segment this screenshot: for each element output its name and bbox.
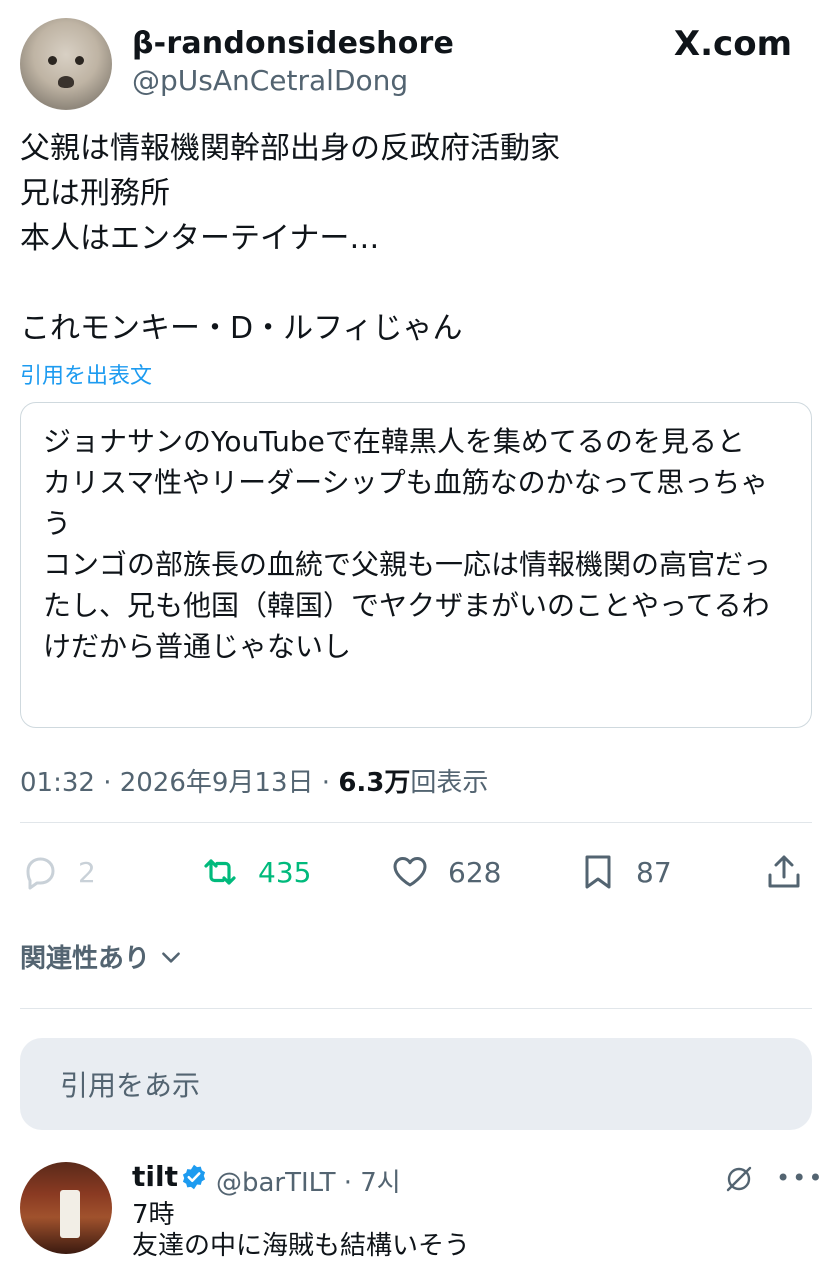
author-display-name[interactable]: β-randonsideshore bbox=[132, 26, 454, 61]
reply-button[interactable]: 2 bbox=[20, 848, 96, 896]
reply-author-avatar[interactable] bbox=[20, 1162, 112, 1254]
divider bbox=[20, 822, 812, 823]
sort-replies-dropdown[interactable]: 関連性あり bbox=[20, 938, 184, 975]
bookmark-button[interactable]: 87 bbox=[578, 848, 672, 896]
chevron-down-icon bbox=[162, 951, 180, 963]
like-count: 628 bbox=[448, 855, 502, 889]
view-count: 6.3万 bbox=[338, 768, 411, 798]
avatar-nose bbox=[58, 76, 74, 88]
retweet-count: 435 bbox=[258, 855, 312, 889]
view-label: 回表示 bbox=[410, 768, 489, 798]
reply-author-handle[interactable]: @barTILT · 7시 bbox=[216, 1162, 401, 1199]
heart-icon bbox=[393, 857, 427, 887]
more-options-icon[interactable]: ••• bbox=[776, 1164, 824, 1192]
quoted-tweet-text: ジョナサンのYouTubeで在韓黒人を集めてるのを見ると カリスマ性やリーダーシ… bbox=[43, 425, 772, 663]
reply-text: 7時 友達の中に海賊も結構いそう bbox=[132, 1200, 471, 1261]
bookmark-icon bbox=[585, 855, 611, 889]
avatar-eye bbox=[48, 56, 57, 65]
author-handle[interactable]: @pUsAnCetralDong bbox=[132, 64, 408, 97]
sort-label: 関連性あり bbox=[20, 944, 151, 974]
reply-icon bbox=[26, 857, 55, 890]
divider bbox=[20, 1008, 812, 1009]
avatar-glass bbox=[60, 1190, 80, 1238]
like-button[interactable]: 628 bbox=[390, 848, 501, 896]
retweet-button[interactable]: 435 bbox=[200, 848, 311, 896]
quoted-tweet-card[interactable]: ジョナサンのYouTubeで在韓黒人を集めてるのを見ると カリスマ性やリーダーシ… bbox=[20, 402, 812, 728]
avatar-eye bbox=[75, 56, 84, 65]
verified-badge-icon bbox=[182, 1164, 206, 1190]
reply-input[interactable]: 引用をあ示 bbox=[20, 1038, 812, 1130]
tweet-meta: 01:32 · 2026年9月13日 · 6.3万回表示 bbox=[20, 762, 488, 799]
bookmark-count: 87 bbox=[636, 855, 672, 889]
share-icon bbox=[768, 855, 800, 888]
tweet-text: 父親は情報機関幹部出身の反政府活動家 兄は刑務所 本人はエンターテイナー… これ… bbox=[20, 131, 560, 346]
quote-label[interactable]: 引用を出表文 bbox=[20, 358, 152, 390]
author-avatar[interactable] bbox=[20, 18, 112, 110]
x-logo: X.com bbox=[673, 24, 792, 64]
retweet-icon bbox=[204, 859, 236, 885]
tweet-timestamp[interactable]: 01:32 · 2026年9月13日 · bbox=[20, 768, 338, 798]
reply-count: 2 bbox=[78, 855, 96, 889]
grok-icon[interactable] bbox=[724, 1164, 754, 1194]
reply-author-name[interactable]: tilt bbox=[132, 1160, 178, 1193]
reply-input-placeholder: 引用をあ示 bbox=[60, 1069, 201, 1102]
share-button[interactable] bbox=[764, 848, 804, 896]
